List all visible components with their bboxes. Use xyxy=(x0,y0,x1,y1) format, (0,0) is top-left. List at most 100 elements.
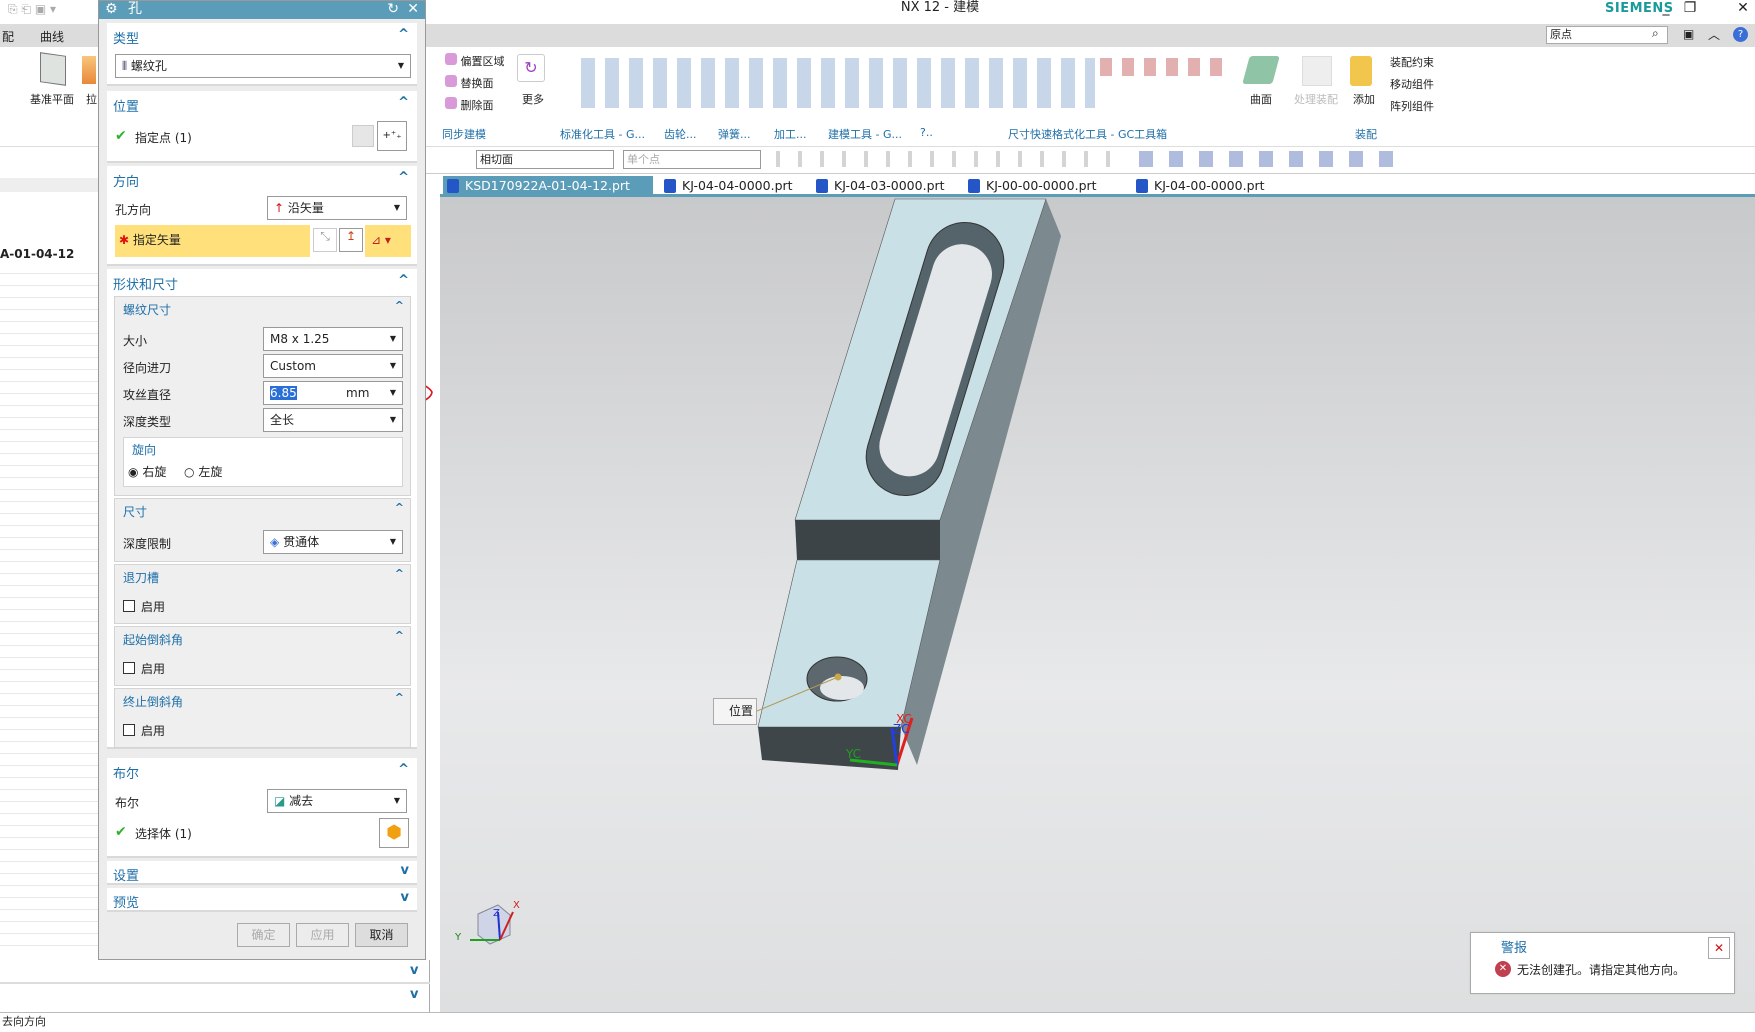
required-icon: ✱ xyxy=(119,233,130,247)
subtract-icon: ◪ xyxy=(274,794,286,808)
collapse-icon[interactable]: ^ xyxy=(395,299,404,312)
size-label: 大小 xyxy=(123,334,148,348)
specify-vector-row[interactable]: ✱ 指定矢量 xyxy=(115,225,310,257)
alert-message: 无法创建孔。请指定其他方向。 xyxy=(1517,963,1686,977)
group-end-chamfer: 终止倒斜角 ^ 启用 xyxy=(114,688,411,748)
alert-title: 警报 xyxy=(1501,941,1528,956)
dialog-close-icon[interactable]: ✕ xyxy=(407,1,419,18)
section-boolean-header[interactable]: 布尔 xyxy=(113,763,139,782)
collapse-icon[interactable]: ^ xyxy=(398,27,409,42)
inferred-vector-select[interactable]: ⊿ ▾ xyxy=(365,225,411,257)
hole-through xyxy=(820,676,864,700)
group-dimensions: 尺寸 ^ 深度限制 ◈ 贯通体 xyxy=(114,498,411,562)
depth-type-select[interactable]: 全长 xyxy=(263,408,403,432)
thread-size-header[interactable]: 螺纹尺寸 xyxy=(123,301,171,318)
dialog-header[interactable]: ⚙ 孔 ↻ ✕ xyxy=(99,1,425,19)
reset-icon[interactable]: ↻ xyxy=(387,1,399,18)
specify-point-label: 指定点 (1) xyxy=(135,131,192,145)
position-point-label[interactable]: 位置 xyxy=(713,698,757,725)
section-preview-header[interactable]: 预览 xyxy=(113,892,139,911)
ok-button[interactable]: 确定 xyxy=(237,923,290,947)
hole-type-select[interactable]: ⫴ 螺纹孔 xyxy=(115,54,411,78)
group-start-chamfer: 起始倒斜角 ^ 启用 xyxy=(114,626,411,686)
hole-type-value: 螺纹孔 xyxy=(130,59,167,73)
divider xyxy=(0,982,430,984)
collapse-icon[interactable]: ^ xyxy=(398,170,409,185)
group-relief: 退刀槽 ^ 启用 xyxy=(114,564,411,624)
cancel-button[interactable]: 取消 xyxy=(355,923,408,947)
section-type-header[interactable]: 类型 xyxy=(113,28,139,47)
expand-icon[interactable]: v xyxy=(401,890,409,905)
hole-direction-select[interactable]: ↑ 沿矢量 xyxy=(267,196,407,220)
vector-dialog-button[interactable]: ↥ xyxy=(339,228,363,252)
right-hand-radio[interactable]: ◉ 右旋 xyxy=(128,463,166,480)
collapse-icon[interactable]: ^ xyxy=(395,567,404,580)
select-body-button[interactable]: ⬢ xyxy=(379,818,409,848)
left-hand-radio[interactable]: ○ 左旋 xyxy=(184,463,222,480)
depth-limit-select[interactable]: ◈ 贯通体 xyxy=(263,530,403,554)
start-chamfer-enable-label: 启用 xyxy=(141,662,166,676)
section-shape-header[interactable]: 形状和尺寸 xyxy=(113,274,178,293)
section-settings-header[interactable]: 设置 xyxy=(113,865,139,884)
triad-x-label: X xyxy=(513,900,520,911)
alert-close-button[interactable]: ✕ xyxy=(1708,937,1730,959)
expand-icon[interactable]: v xyxy=(410,963,418,978)
zc-label: ZC xyxy=(893,722,910,736)
radial-engage-select[interactable]: Custom xyxy=(263,354,403,378)
start-chamfer-checkbox[interactable] xyxy=(123,662,135,674)
radial-engage-label: 径向进刀 xyxy=(123,361,172,375)
resource-panel-footer: v v xyxy=(0,960,430,1012)
tap-drill-input[interactable]: 6.85 mm xyxy=(263,381,403,405)
sketch-section-button[interactable] xyxy=(352,125,374,147)
expand-icon[interactable]: v xyxy=(410,987,418,1002)
alert-popup: 警报 ✕ 无法创建孔。请指定其他方向。 ✕ xyxy=(1470,932,1735,994)
triad-z-label: Z xyxy=(493,908,500,919)
arrow-up-icon: ↑ xyxy=(274,201,285,215)
depth-type-label: 深度类型 xyxy=(123,415,172,429)
thread-hole-icon: ⫴ xyxy=(122,59,128,73)
size-select[interactable]: M8 x 1.25 xyxy=(263,327,403,351)
group-thread-size: 螺纹尺寸 ^ 大小 M8 x 1.25 径向进刀 Custom 攻丝直径 6.8… xyxy=(114,296,411,496)
relief-enable-checkbox[interactable] xyxy=(123,600,135,612)
left-hand-label: 左旋 xyxy=(198,465,223,479)
section-position-header[interactable]: 位置 xyxy=(113,96,139,115)
section-settings[interactable]: 设置 v xyxy=(107,861,417,885)
section-position: 位置 ^ ✔ 指定点 (1) +⁺₊ xyxy=(107,91,417,163)
specify-vector-label: 指定矢量 xyxy=(132,233,181,247)
apply-button[interactable]: 应用 xyxy=(296,923,349,947)
tap-drill-value[interactable]: 6.85 xyxy=(270,386,297,400)
yc-label: YC xyxy=(846,747,862,761)
expand-icon[interactable]: v xyxy=(401,863,409,878)
end-chamfer-checkbox[interactable] xyxy=(123,724,135,736)
handedness-group: 旋向 ◉ 右旋 ○ 左旋 xyxy=(123,437,403,487)
check-icon: ✔ xyxy=(115,824,127,840)
collapse-icon[interactable]: ^ xyxy=(395,501,404,514)
point-dialog-button[interactable]: +⁺₊ xyxy=(377,121,407,151)
dialog-title: 孔 xyxy=(128,1,143,17)
reverse-direction-button[interactable]: ⤡ xyxy=(313,228,337,252)
dimensions-header[interactable]: 尺寸 xyxy=(123,503,147,520)
relief-header[interactable]: 退刀槽 xyxy=(123,569,159,586)
start-chamfer-header[interactable]: 起始倒斜角 xyxy=(123,631,183,648)
select-body-label: 选择体 (1) xyxy=(135,827,192,841)
collapse-icon[interactable]: ^ xyxy=(398,95,409,110)
collapse-icon[interactable]: ^ xyxy=(398,762,409,777)
check-icon: ✔ xyxy=(115,128,127,144)
tap-drill-unit[interactable]: mm xyxy=(346,382,369,404)
end-chamfer-header[interactable]: 终止倒斜角 xyxy=(123,693,183,710)
status-text: 去向方向 xyxy=(2,1015,46,1028)
status-bar: 去向方向 xyxy=(0,1012,1755,1032)
error-icon: ✕ xyxy=(1495,961,1511,977)
hole-direction-value: 沿矢量 xyxy=(287,201,324,215)
section-direction-header[interactable]: 方向 xyxy=(113,171,139,190)
boolean-label: 布尔 xyxy=(115,796,140,810)
tap-drill-label: 攻丝直径 xyxy=(123,388,172,402)
boolean-select[interactable]: ◪ 减去 xyxy=(267,789,407,813)
part-step-face xyxy=(795,520,940,560)
collapse-icon[interactable]: ^ xyxy=(395,629,404,642)
collapse-icon[interactable]: ^ xyxy=(398,273,409,288)
collapse-icon[interactable]: ^ xyxy=(395,691,404,704)
hole-dialog: ⚙ 孔 ↻ ✕ 类型 ^ ⫴ 螺纹孔 位置 ^ ✔ 指定点 (1) +⁺₊ 方向… xyxy=(98,0,426,960)
depth-limit-value: 贯通体 xyxy=(283,535,320,549)
section-preview[interactable]: 预览 v xyxy=(107,888,417,912)
